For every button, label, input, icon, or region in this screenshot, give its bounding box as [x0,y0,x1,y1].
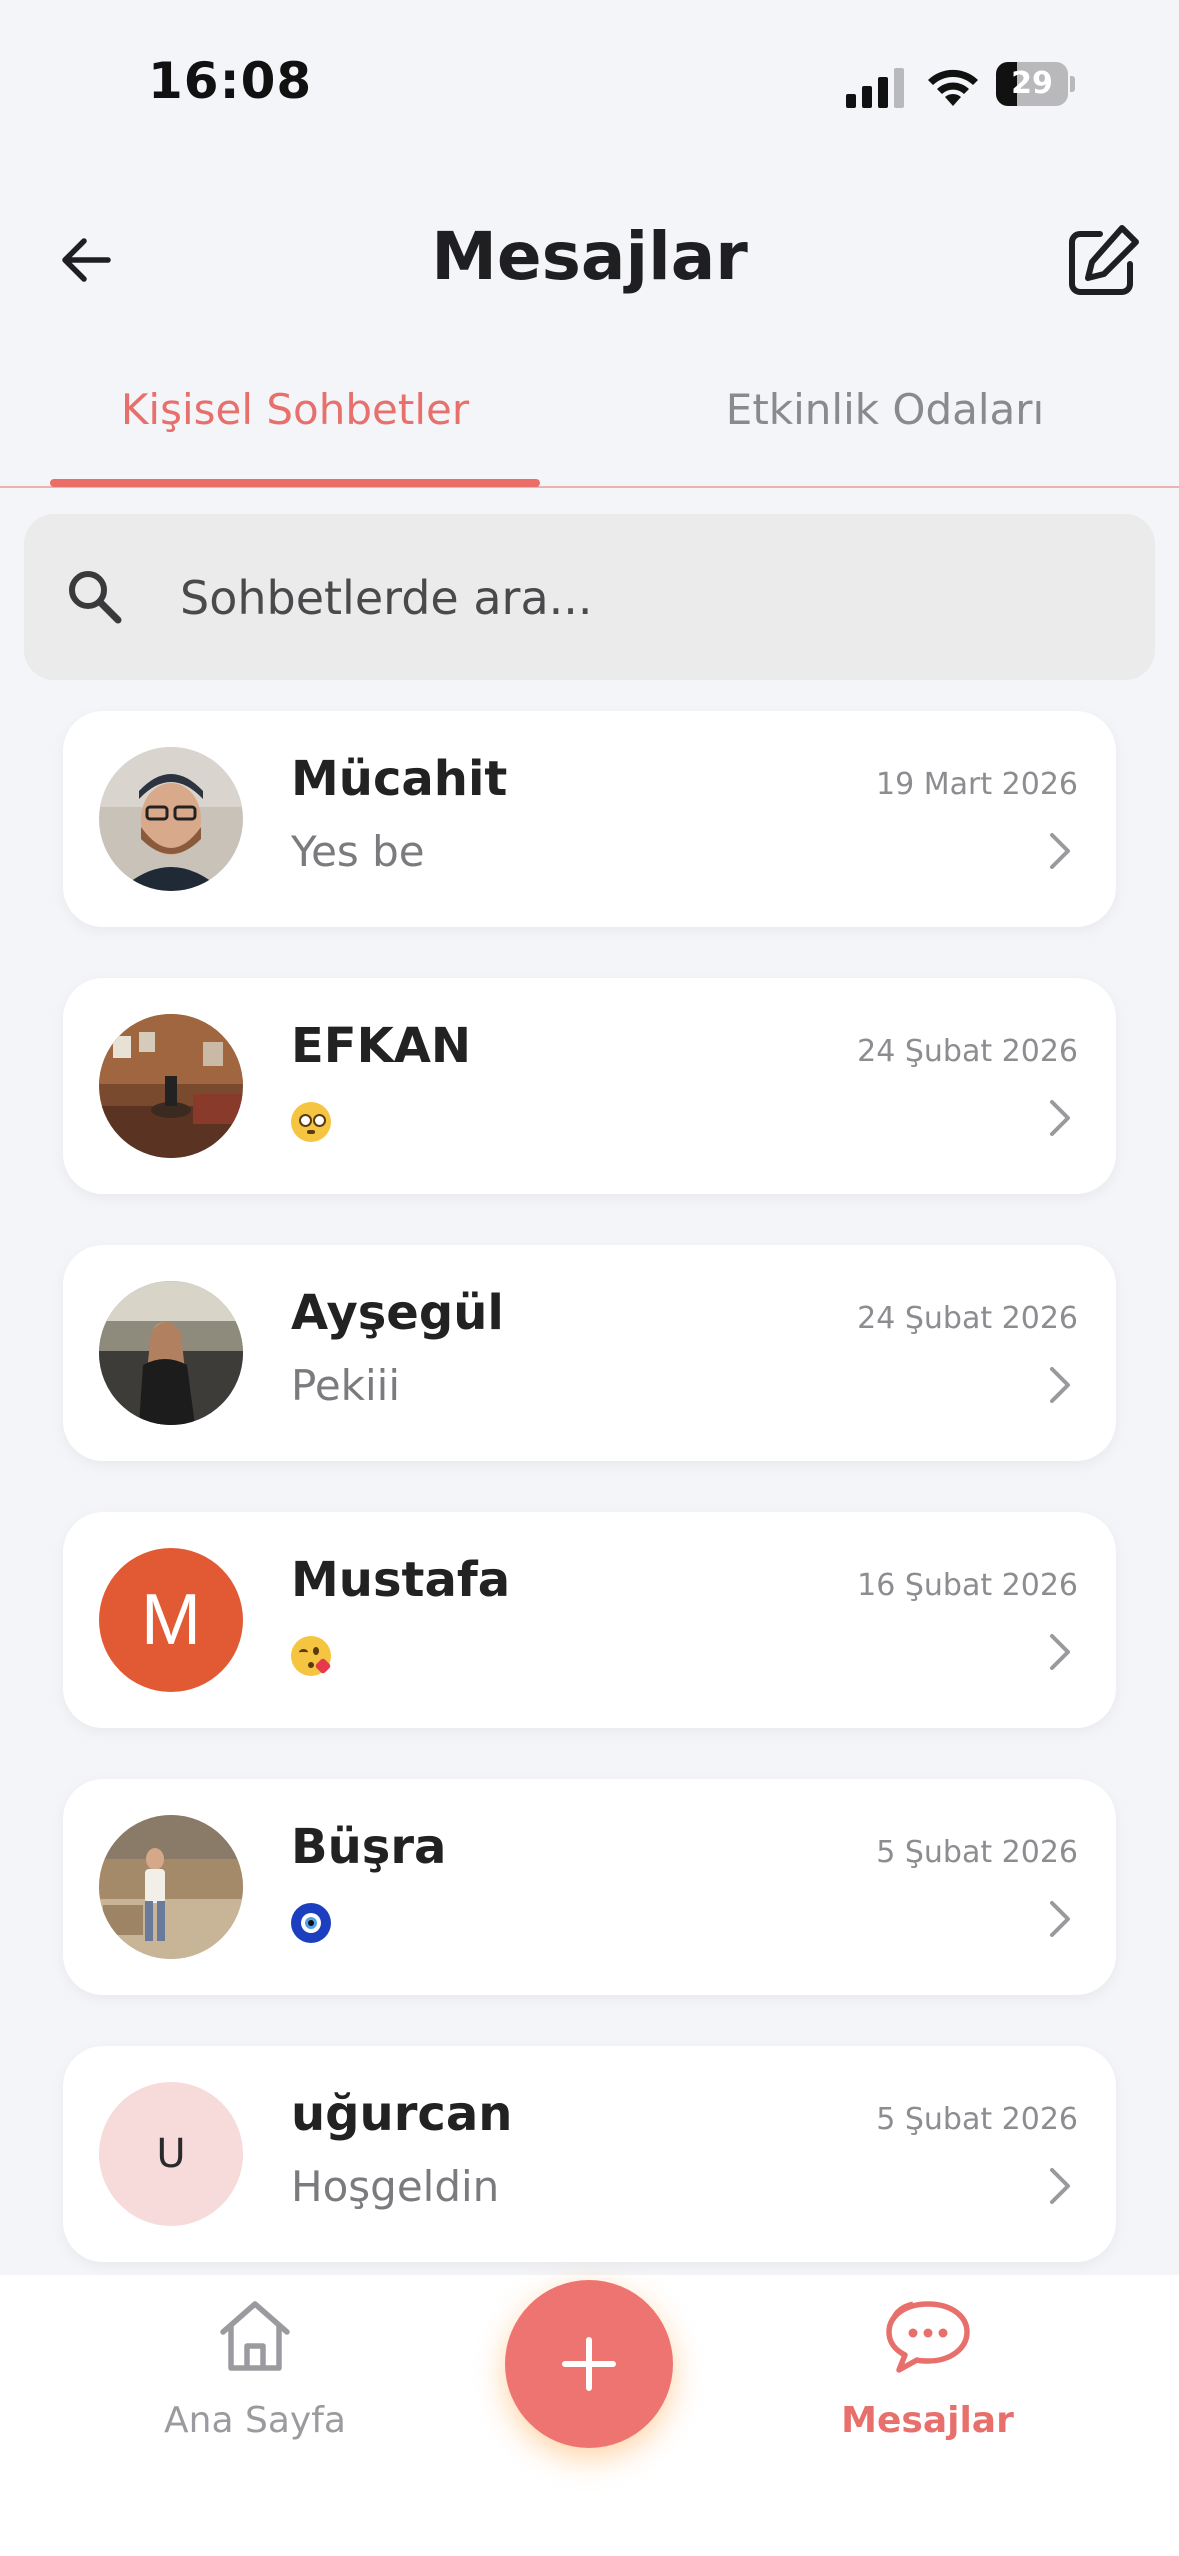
active-tab-indicator [50,479,540,487]
chat-preview: Hoşgeldin [291,2162,500,2211]
nazar-amulet-emoji [291,1902,331,1943]
avatar [99,1815,243,1959]
nav-messages[interactable]: Mesajlar [820,2290,1035,2441]
home-icon [220,2301,290,2371]
chat-item-mustafa[interactable]: M Mustafa 16 Şubat 2026 [63,1512,1116,1728]
chevron-right-icon [1050,1367,1070,1403]
chat-item-busra[interactable]: Büşra 5 Şubat 2026 [63,1779,1116,1995]
chat-name: Mustafa [291,1552,511,1608]
chevron-right-icon [1050,2168,1070,2204]
chat-name: Mücahit [291,751,508,807]
battery-percent: 29 [1011,66,1053,101]
chat-item-mucahit[interactable]: Mücahit Yes be 19 Mart 2026 [63,711,1116,927]
chat-item-ugurcan[interactable]: U uğurcan Hoşgeldin 5 Şubat 2026 [63,2046,1116,2262]
chevron-right-icon [1050,1901,1070,1937]
plus-icon [562,2337,616,2391]
chat-preview [291,1895,331,1944]
avatar: M [99,1548,243,1692]
chevron-right-icon [1050,833,1070,869]
chat-preview: Pekiii [291,1361,400,1410]
avatar-letter-bg: M [99,1548,243,1692]
chevron-right-icon [1050,1100,1070,1136]
compose-icon [1069,225,1139,295]
search-icon [69,571,122,624]
avatar [99,1281,243,1425]
status-time: 16:08 [148,52,313,110]
chat-name: Büşra [291,1819,447,1875]
chat-item-aysegul[interactable]: Ayşegül Pekiii 24 Şubat 2026 [63,1245,1116,1461]
chat-item-efkan[interactable]: EFKAN 24 Şubat 2026 [63,978,1116,1194]
chat-preview: Yes be [291,827,425,876]
flushed-face-emoji [291,1101,331,1142]
avatar [99,1014,243,1158]
nav-home-label: Ana Sayfa [164,2400,346,2441]
chat-preview [291,1628,332,1677]
compose-button[interactable] [1060,218,1146,304]
chat-date: 5 Şubat 2026 [876,1835,1078,1870]
search-input[interactable] [180,566,1080,630]
chat-date: 19 Mart 2026 [876,767,1078,802]
avatar-letter-bg: U [99,2082,243,2226]
chevron-right-icon [1050,1634,1070,1670]
chat-date: 5 Şubat 2026 [876,2102,1078,2137]
chat-name: EFKAN [291,1018,472,1074]
add-button[interactable] [505,2280,673,2448]
avatar: U [99,2082,243,2226]
chat-date: 16 Şubat 2026 [857,1568,1078,1603]
tab-event-rooms[interactable]: Etkinlik Odaları [660,385,1110,434]
chat-name: Ayşegül [291,1285,504,1341]
chat-bubble-icon [885,2301,970,2373]
avatar-letter: M [141,1580,201,1660]
tab-personal-chats[interactable]: Kişisel Sohbetler [50,385,540,434]
battery-icon: 29 [996,62,1076,108]
nav-home[interactable]: Ana Sayfa [150,2290,360,2441]
chat-name: uğurcan [291,2086,513,2142]
chat-date: 24 Şubat 2026 [857,1034,1078,1069]
kissing-face-emoji [291,1635,332,1676]
avatar-letter: U [156,2131,186,2177]
chat-preview [291,1094,331,1143]
nav-messages-label: Mesajlar [841,2400,1014,2441]
cellular-signal-icon [846,68,904,108]
wifi-icon [928,69,978,106]
avatar [99,747,243,891]
page-title: Mesajlar [431,218,748,295]
chat-date: 24 Şubat 2026 [857,1301,1078,1336]
